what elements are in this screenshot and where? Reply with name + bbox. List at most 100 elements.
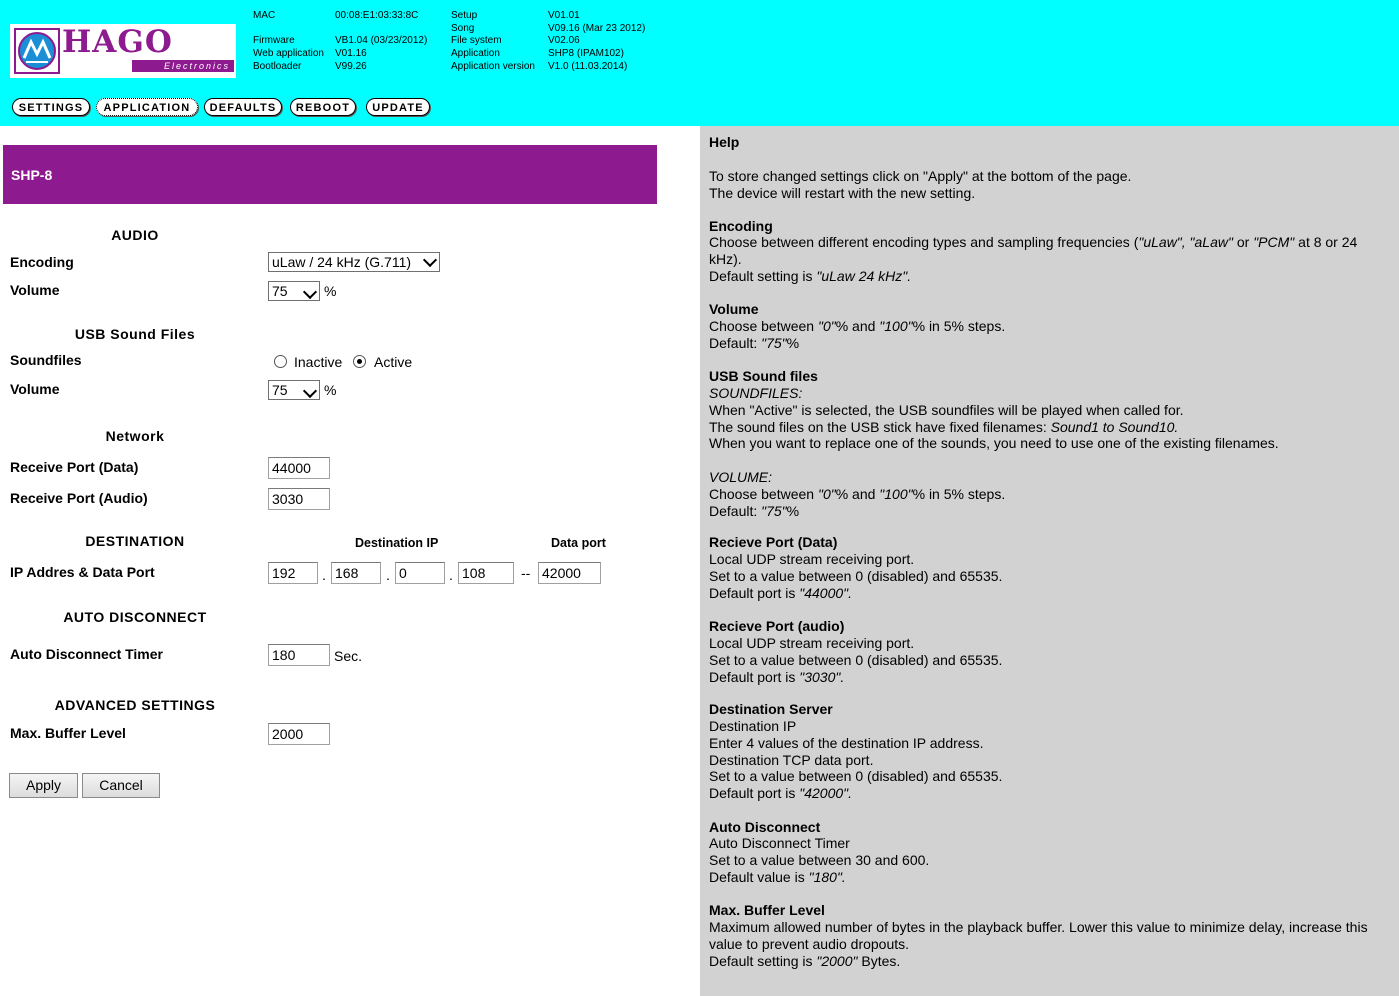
help-usb-text: SOUNDFILES: When "Active" is selected, t…: [709, 385, 1389, 452]
help-text-part: Default port is: [709, 668, 800, 685]
help-text: Choose between different encoding types …: [709, 234, 1389, 268]
volume-unit: %: [324, 283, 337, 299]
volume-select-value: 75: [272, 283, 288, 299]
help-volume-text: Choose between "0"% and "100"% in 5% ste…: [709, 318, 1389, 352]
help-text-part: % and: [835, 485, 880, 502]
auto-disconnect-input[interactable]: 180: [268, 644, 330, 666]
hago-logo-icon: [14, 28, 60, 74]
ip-octet-4-input[interactable]: 108: [458, 562, 514, 584]
ip-dot: .: [322, 567, 326, 583]
ip-port-separator: --: [521, 565, 531, 581]
recv-audio-input[interactable]: 3030: [268, 488, 330, 510]
usb-heading: USB Sound Files: [74, 326, 196, 342]
help-text: When you want to replace one of the soun…: [709, 435, 1279, 452]
help-text-part: or: [1232, 234, 1254, 250]
page-title-bar: SHP-8: [3, 145, 657, 204]
info-label: File system: [451, 35, 502, 47]
destination-heading: DESTINATION: [85, 533, 185, 549]
apply-button[interactable]: Apply: [9, 773, 78, 798]
usb-volume-label: Volume: [10, 381, 60, 397]
info-value: [335, 23, 427, 36]
info-label: Web application: [253, 48, 324, 60]
help-text: Choose between "0"% and "100"% in 5% ste…: [709, 318, 1389, 335]
soundfiles-inactive-label: Inactive: [294, 354, 343, 370]
info-label: MAC: [253, 10, 276, 21]
buffer-level-label: Max. Buffer Level: [10, 725, 126, 741]
info-value: V09.16 (Mar 23 2012): [548, 22, 646, 34]
recv-data-label: Receive Port (Data): [10, 459, 139, 475]
help-text-part: "uLaw", "aLaw": [1138, 234, 1233, 250]
help-text-part: Bytes.: [857, 952, 901, 969]
help-text-part: "44000".: [799, 584, 853, 601]
chevron-down-icon: [302, 383, 318, 399]
help-text-part: "42000".: [799, 785, 853, 802]
help-text: Destination IP: [709, 718, 797, 734]
help-text: Auto Disconnect Timer: [709, 835, 850, 851]
help-title: Help: [709, 134, 740, 150]
cancel-button[interactable]: Cancel: [82, 773, 160, 798]
help-text-part: "180".: [808, 868, 846, 885]
chevron-down-icon: [422, 252, 438, 268]
help-text: Default port is "42000".: [709, 785, 1389, 802]
auto-disconnect-heading: AUTO DISCONNECT: [63, 609, 207, 625]
auto-disconnect-unit: Sec.: [334, 648, 363, 664]
help-text: Choose between "0"% and "100"% in 5% ste…: [709, 486, 1389, 503]
header-bar: HAGO Electronics MAC Firmware Web applic…: [0, 0, 1399, 126]
encoding-select[interactable]: uLaw / 24 kHz (G.711): [268, 252, 440, 272]
nav-settings-button[interactable]: SETTINGS: [12, 98, 90, 116]
page-title: SHP-8: [11, 167, 53, 183]
info-label: Setup: [451, 10, 478, 21]
help-volume-heading: Volume: [709, 301, 759, 317]
usb-volume-unit: %: [324, 382, 337, 398]
help-intro: To store changed settings click on "Appl…: [709, 168, 1389, 202]
info-value: VB1.04 (03/23/2012): [335, 35, 428, 47]
info-value: 00:08:E1:03:33:8C: [335, 10, 419, 21]
info-value: V1.0 (11.03.2014): [548, 60, 628, 72]
recv-audio-label: Receive Port (Audio): [10, 490, 148, 506]
info-value: SHP8 (IPAM102): [548, 48, 624, 60]
soundfiles-label: Soundfiles: [10, 352, 82, 368]
help-auto-disconnect-text: Auto Disconnect Timer Set to a value bet…: [709, 835, 1389, 885]
nav-reboot-button[interactable]: REBOOT: [290, 98, 356, 116]
help-text: Set to a value between 0 (disabled) and …: [709, 768, 1003, 785]
buffer-level-input[interactable]: 2000: [268, 723, 330, 745]
help-text-part: % and: [835, 318, 880, 334]
audio-heading: AUDIO: [111, 227, 159, 243]
logo-subtext: Electronics: [132, 60, 234, 72]
nav-defaults-button[interactable]: DEFAULTS: [204, 98, 282, 116]
soundfiles-inactive-radio[interactable]: [274, 355, 287, 368]
volume-select[interactable]: 75: [268, 281, 320, 301]
nav-application-button[interactable]: APPLICATION: [96, 98, 198, 116]
help-text: Maximum allowed number of bytes in the p…: [709, 919, 1368, 952]
nav-update-button[interactable]: UPDATE: [366, 98, 430, 116]
ip-octet-1-input[interactable]: 192: [268, 562, 318, 584]
help-buffer-text: Maximum allowed number of bytes in the p…: [709, 919, 1389, 969]
help-text-part: "0": [817, 318, 836, 334]
help-text: Default port is "3030".: [709, 669, 1389, 686]
ip-octet-2-input[interactable]: 168: [331, 562, 381, 584]
chevron-down-icon: [302, 284, 318, 300]
help-text: Set to a value between 30 and 600.: [709, 851, 930, 868]
info-label: Bootloader: [253, 60, 302, 72]
encoding-label: Encoding: [10, 254, 74, 270]
ip-dot: .: [386, 567, 390, 583]
soundfiles-active-label: Active: [374, 354, 413, 370]
help-text-part: Default setting is: [709, 952, 817, 969]
help-text: VOLUME:: [709, 469, 773, 485]
help-text-part: % in 5% steps.: [912, 485, 1006, 502]
logo-text: HAGO: [62, 24, 173, 60]
help-text-part: "3030".: [799, 668, 845, 685]
help-text: Default value is "180".: [709, 869, 1389, 886]
data-port-input[interactable]: 42000: [538, 562, 601, 584]
ip-octet-3-input[interactable]: 0: [395, 562, 445, 584]
help-text: Local UDP stream receiving port.: [709, 551, 915, 567]
help-text-part: "75": [761, 502, 787, 519]
usb-volume-select[interactable]: 75: [268, 380, 320, 400]
info-value: V01.01: [548, 10, 580, 21]
help-text-part: "PCM": [1253, 234, 1295, 250]
soundfiles-active-radio[interactable]: [353, 355, 366, 368]
help-text-part: Choose between: [709, 318, 818, 334]
recv-data-input[interactable]: 44000: [268, 457, 330, 479]
ip-dot: .: [449, 567, 453, 583]
info-label: Song: [451, 22, 475, 34]
